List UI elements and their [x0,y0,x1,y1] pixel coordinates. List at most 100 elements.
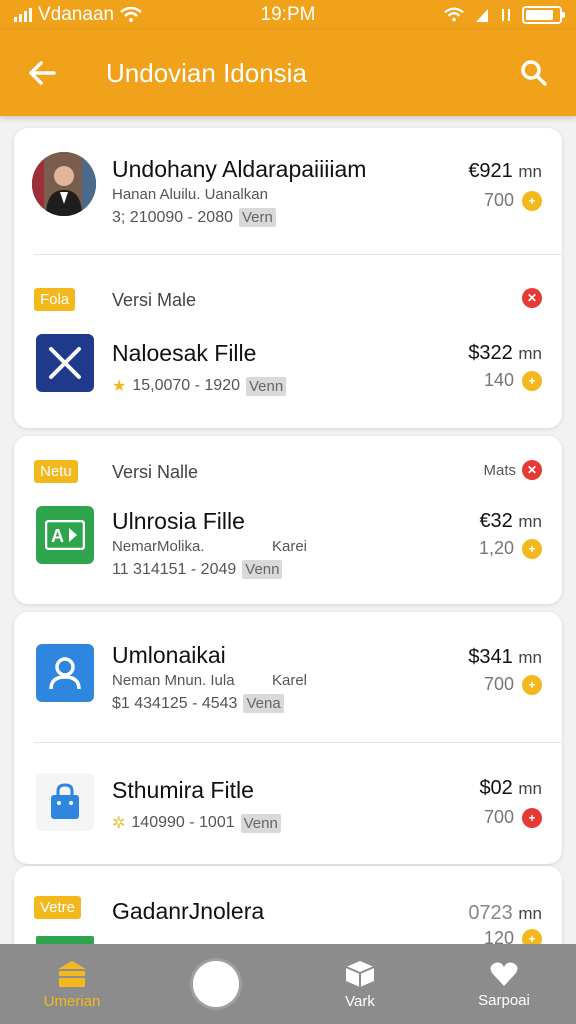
section-header: Fola Versi Male ✕ [14,288,562,318]
carrier-name: Vdanaan [38,4,115,25]
close-icon[interactable]: ✕ [522,460,542,480]
list-item[interactable]: Naloesak Fille ★ 15,0070 - 1920 Venn $32… [14,318,562,428]
item-meta: $1 434125 - 4543 Vena [112,694,284,713]
item-version: 140990 - 1001 [131,814,235,831]
price-unit: mn [518,512,542,531]
section-label: Versi Male [112,290,197,310]
price-value: €32 [479,510,513,532]
signal-icon [14,8,32,22]
add-icon[interactable]: + [522,674,542,695]
close-x-app-icon [49,347,81,379]
item-meta: ★ 15,0070 - 1920 Venn [112,376,287,396]
count-value: 1,20 [478,538,514,558]
item-version: 11 314151 - 2049 [112,560,237,578]
nav-label: Sarpoai [478,991,530,1009]
wifi-icon [444,7,464,22]
store-icon [58,960,86,987]
section-label: Versi Nalle [112,462,199,482]
price-unit: mn [518,162,542,181]
close-icon[interactable]: ✕ [522,288,542,308]
list-item[interactable]: Umlonaikai Neman Mnun. Iula Karel $1 434… [14,612,562,742]
person-photo-icon [32,152,96,216]
list-item[interactable]: A Ulnrosia Fille NemarMolika. Karei 11 3… [14,492,562,604]
home-button[interactable] [193,961,239,1007]
search-button[interactable] [514,53,554,93]
nav-item-box[interactable]: Vark [288,944,432,1024]
item-name: Umlonaikai [112,642,226,668]
bottom-nav: Umerian Vark Sarpoai [0,944,576,1024]
item-name: Naloesak Fille [112,340,257,366]
list-item[interactable]: Undohany Aldarapaiiiiam Hanan Aluilu. Ua… [14,128,562,254]
item-meta: 3; 210090 - 2080 Vern [112,208,276,227]
nav-item-store[interactable]: Umerian [0,944,144,1024]
item-developer: Hanan Aluilu. Uanalkan [112,186,268,203]
item-price: $322 mn [468,342,542,365]
price-value: $02 [479,777,513,799]
add-icon[interactable]: + [522,190,542,211]
price-unit: mn [518,779,542,798]
count-value: 700 [483,674,514,694]
nav-label: Umerian [43,992,101,1010]
divider [34,254,562,255]
app-bar: Undovian Idonsia [0,30,576,116]
status-badge: Fola [34,288,76,311]
item-price: €32 mn [479,510,542,533]
svg-text:A: A [51,526,64,546]
item-price: $02 mn [479,777,542,800]
cell-signal-icon [476,9,488,22]
item-version: 15,0070 - 1920 [132,377,240,394]
app-list-card: Undohany Aldarapaiiiiam Hanan Aluilu. Ua… [14,128,562,428]
item-version: 3; 210090 - 2080 [112,208,233,226]
nav-item-home[interactable] [144,944,288,1024]
item-count: 700 + [484,190,542,211]
item-developer: NemarMolika. [112,538,205,555]
section-header: Netu Versi Nalle Mats ✕ [14,460,562,490]
status-bar: Vdanaan 19:PM [0,0,576,30]
wifi-icon [120,7,142,22]
app-icon: A [36,506,94,564]
price-value: $322 [468,342,513,364]
item-count: 140 + [484,370,542,391]
app-ad-icon: A [45,520,85,550]
shopping-bag-icon [51,783,79,819]
item-developer-note: Karei [272,538,308,555]
item-version: $1 434125 - 4543 [112,694,238,712]
heart-icon [490,962,518,986]
section-right-label: Mats [483,461,516,479]
avatar [32,152,96,216]
add-icon[interactable]: + [522,370,542,391]
box-icon [345,960,375,987]
item-name: Ulnrosia Fille [112,508,245,534]
item-count: 700 + [484,674,542,695]
count-value: 700 [483,190,514,210]
add-icon[interactable]: + [522,807,542,828]
nav-item-favorites[interactable]: Sarpoai [432,944,576,1024]
add-icon[interactable]: + [522,538,542,559]
version-tag: Vena [243,694,284,713]
item-meta: ✲ 140990 - 1001 Venn [112,813,281,833]
item-count: 1,20 + [479,538,542,559]
price-unit: mn [518,904,542,923]
item-name: Undohany Aldarapaiiiiam [112,156,367,182]
version-tag: Vern [239,208,276,227]
sparkle-icon: ✲ [112,815,126,832]
item-name: Sthumira Fitle [112,777,254,803]
item-developer-note: Karel [272,672,308,689]
price-value: 0723 [468,902,513,924]
status-time: 19:PM [260,4,316,25]
price-value: €921 [468,160,513,182]
version-tag: Venn [240,813,281,833]
nav-label: Vark [345,992,375,1010]
app-list-card: Netu Versi Nalle Mats ✕ A Ulnrosia Fille … [14,436,562,604]
version-tag: Venn [242,560,283,579]
star-icon: ★ [112,378,127,395]
version-tag: Venn [246,376,287,396]
count-value: 140 [483,370,514,390]
item-price: $341 mn [468,646,542,669]
user-icon [49,657,81,690]
back-button[interactable] [22,53,62,93]
list-item[interactable]: Sthumira Fitle ✲ 140990 - 1001 Venn $02 … [14,743,562,864]
price-value: $341 [468,646,513,668]
app-list-card: Umlonaikai Neman Mnun. Iula Karel $1 434… [14,612,562,864]
item-developer: Neman Mnun. Iula [112,672,235,689]
